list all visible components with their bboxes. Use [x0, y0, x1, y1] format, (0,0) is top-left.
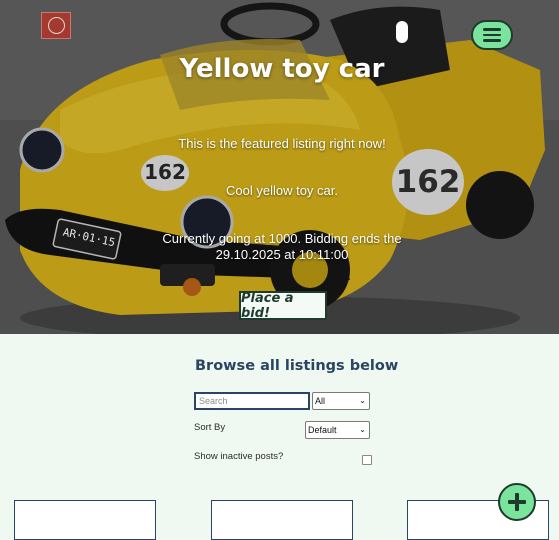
category-select[interactable]: All ⌄	[312, 392, 370, 410]
featured-title: Yellow toy car	[179, 54, 385, 84]
featured-description: Cool yellow toy car.	[226, 183, 338, 198]
listing-card[interactable]	[211, 500, 353, 540]
category-select-value: All	[315, 396, 326, 406]
hamburger-menu-button[interactable]	[471, 20, 513, 50]
bid-status-line-1: Currently going at 1000. Bidding ends th…	[162, 231, 402, 246]
chevron-down-icon: ⌄	[359, 425, 366, 434]
hero-overlay	[0, 0, 559, 334]
browse-title: Browse all listings below	[195, 358, 399, 374]
sort-select[interactable]: Default ⌄	[305, 421, 370, 439]
inactive-posts-checkbox[interactable]	[362, 455, 372, 465]
featured-subtitle: This is the featured listing right now!	[178, 136, 386, 151]
inactive-posts-label: Show inactive posts?	[194, 451, 284, 462]
chevron-down-icon: ⌄	[359, 396, 366, 405]
toggle-pill-icon[interactable]	[396, 21, 408, 43]
hero-banner	[0, 0, 559, 334]
bid-status-line-2: 29.10.2025 at 10:11:00	[215, 247, 349, 262]
place-bid-button[interactable]: Place a bid!	[239, 291, 327, 321]
bid-status: Currently going at 1000. Bidding ends th…	[0, 231, 559, 263]
search-input[interactable]: Search	[194, 392, 310, 410]
sort-select-value: Default	[308, 425, 337, 435]
sort-label: Sort By	[194, 422, 226, 433]
hamburger-icon	[483, 28, 501, 31]
add-listing-button[interactable]	[498, 483, 536, 521]
brand-logo-icon[interactable]	[41, 12, 71, 39]
listing-card[interactable]	[14, 500, 156, 540]
car-number-left: 162	[144, 160, 186, 184]
